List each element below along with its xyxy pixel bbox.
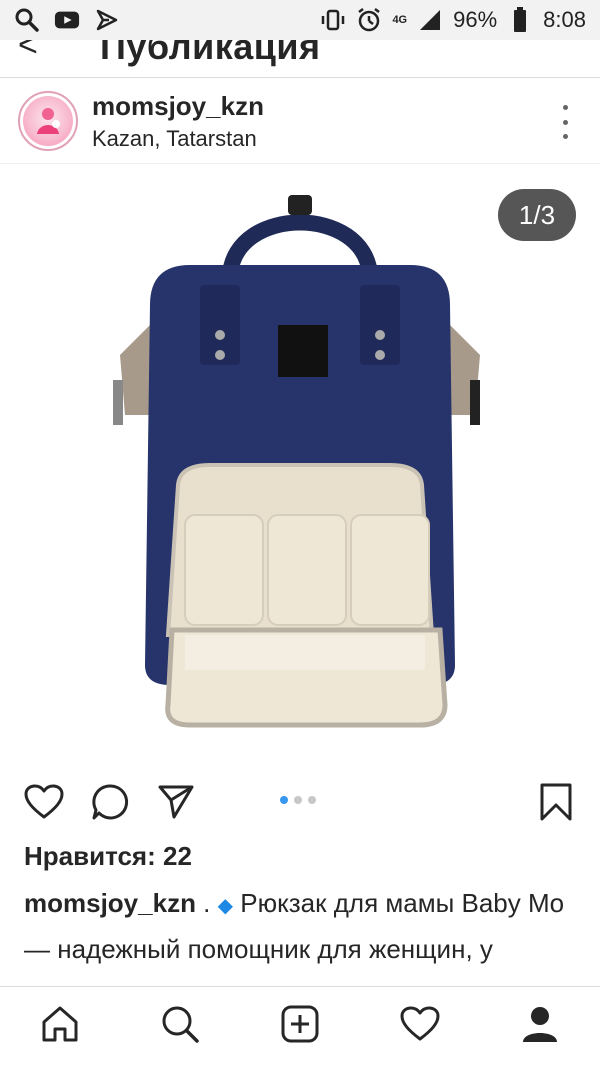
nav-activity[interactable] xyxy=(396,1000,444,1048)
vibrate-icon xyxy=(320,7,346,33)
carousel-dot-2 xyxy=(294,796,302,804)
heart-icon xyxy=(24,784,64,819)
alarm-icon xyxy=(356,7,382,33)
battery-icon xyxy=(507,7,533,33)
post-image[interactable]: 1/3 xyxy=(0,165,600,765)
search-icon xyxy=(162,1006,199,1043)
post-header: momsjoy_kzn Kazan, Tatarstan xyxy=(0,79,600,164)
avatar-logo-icon xyxy=(23,96,73,146)
profile-icon xyxy=(523,1007,557,1042)
carousel-dot-1 xyxy=(280,796,288,804)
post-caption: momsjoy_kzn . ◆ Рюкзак для мамы Baby Mo … xyxy=(24,882,584,984)
comment-button[interactable] xyxy=(88,780,132,824)
comment-icon xyxy=(92,784,129,820)
clock: 8:08 xyxy=(543,7,586,32)
bottom-navigation xyxy=(0,986,600,1065)
post-username[interactable]: momsjoy_kzn xyxy=(92,91,264,122)
blue-diamond-icon: ◆ xyxy=(217,895,234,917)
network-type: 4G xyxy=(392,13,408,26)
post-location[interactable]: Kazan, Tatarstan xyxy=(92,126,264,152)
post-actions xyxy=(0,776,600,830)
back-arrow-icon[interactable]: < xyxy=(18,40,38,65)
bookmark-icon xyxy=(540,783,572,821)
caption-separator: . xyxy=(195,888,218,918)
page-title: Публикация xyxy=(100,40,321,67)
carousel-dot-3 xyxy=(308,796,316,804)
avatar[interactable] xyxy=(18,91,78,151)
battery-percent: 96% xyxy=(453,7,498,32)
activity-icon xyxy=(400,1006,440,1041)
save-button[interactable] xyxy=(534,780,578,824)
more-options-icon[interactable] xyxy=(560,105,570,139)
nav-home[interactable] xyxy=(36,1000,84,1048)
signal-icon xyxy=(417,7,443,33)
share-button[interactable] xyxy=(154,780,198,824)
nav-profile[interactable] xyxy=(516,1000,564,1048)
add-icon xyxy=(281,1005,319,1043)
likes-count[interactable]: Нравится: 22 xyxy=(24,841,192,872)
share-icon xyxy=(158,785,194,819)
youtube-icon xyxy=(54,7,80,33)
media-counter: 1/3 xyxy=(498,189,576,241)
home-icon xyxy=(42,1006,78,1042)
like-button[interactable] xyxy=(22,780,66,824)
nav-new-post[interactable] xyxy=(276,1000,324,1048)
backpack-image xyxy=(113,195,480,728)
status-bar: 4G 96% 8:08 xyxy=(0,0,600,40)
caption-username[interactable]: momsjoy_kzn xyxy=(24,888,196,918)
notification-icon xyxy=(94,7,120,33)
nav-search[interactable] xyxy=(156,1000,204,1048)
top-bar: < Публикация xyxy=(0,40,600,78)
carousel-indicator xyxy=(280,796,316,804)
search-icon xyxy=(14,7,40,33)
